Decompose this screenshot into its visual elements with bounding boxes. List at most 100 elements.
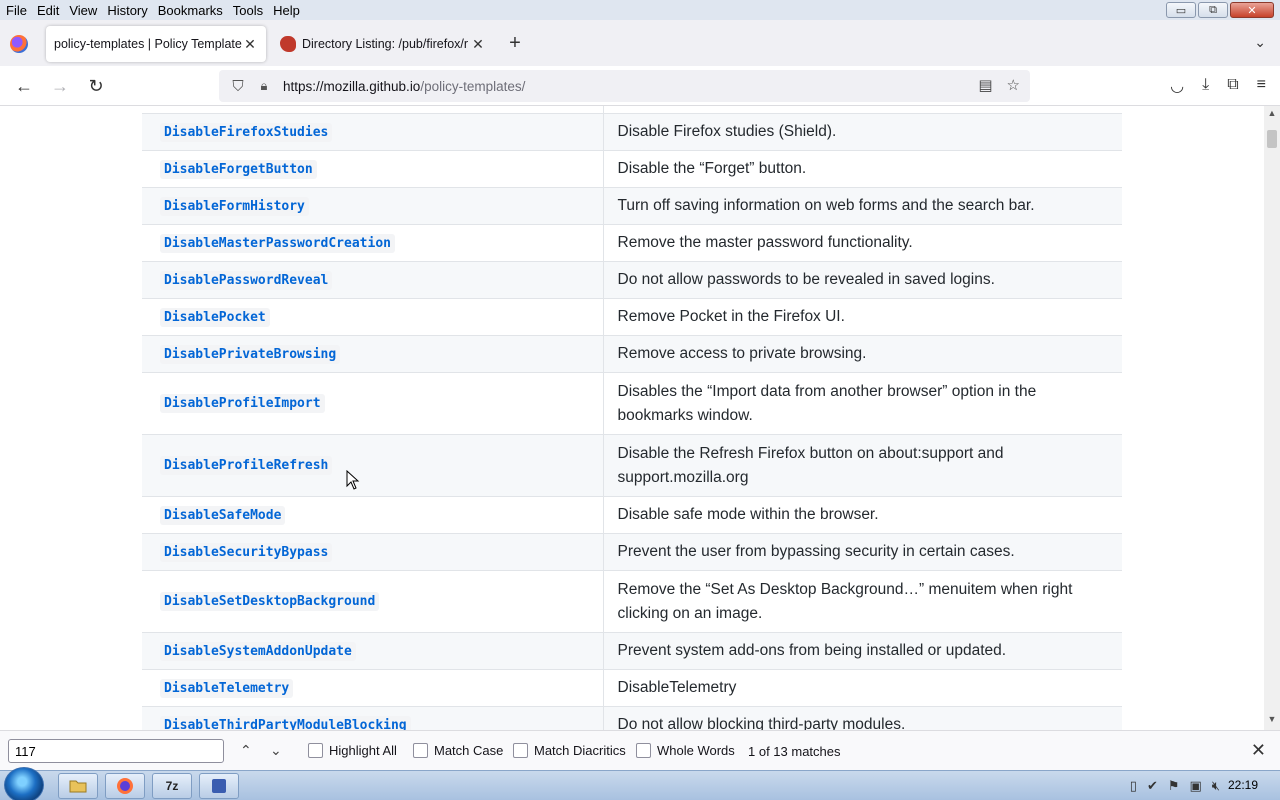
policy-name-link[interactable]: DisableSetDesktopBackground <box>160 592 380 611</box>
tab-list-chevron-icon[interactable]: ⌄ <box>1254 34 1266 51</box>
bookmark-star-icon[interactable]: ☆ <box>1007 76 1020 94</box>
url-bar[interactable]: ⛉ 🔒︎ https://mozilla.github.io/policy-te… <box>219 70 1030 102</box>
pocket-icon[interactable]: ◡ <box>1170 76 1184 96</box>
firefox-icon[interactable] <box>105 773 145 799</box>
policy-name-link[interactable]: DisableFormHistory <box>160 196 309 216</box>
action-center-flag-icon[interactable]: ⚑ <box>1168 778 1180 794</box>
checkbox-box[interactable] <box>308 743 323 758</box>
table-row: DisableSetDesktopBackground Remove the “S… <box>142 570 1122 633</box>
close-window-button[interactable]: ✕ <box>1230 2 1274 18</box>
vertical-scrollbar[interactable]: ▲ ▼ <box>1264 106 1280 730</box>
tray-doc-icon[interactable]: ▯ <box>1130 778 1137 794</box>
find-next-icon[interactable]: ⌄ <box>270 742 282 759</box>
policy-description: Disable the “Forget” button. <box>603 150 1122 188</box>
find-previous-icon[interactable]: ⌃ <box>240 742 252 759</box>
firefox-view-icon[interactable] <box>10 35 28 53</box>
clock[interactable]: 22:19 <box>1228 778 1258 792</box>
checkbox-box[interactable] <box>513 743 528 758</box>
scroll-down-icon[interactable]: ▼ <box>1266 714 1278 724</box>
policy-name-link[interactable]: DisablePocket <box>160 307 270 327</box>
volume-muted-icon[interactable]: 🔇︎ <box>1212 778 1220 794</box>
close-tab-icon[interactable]: ✕ <box>470 36 486 53</box>
taskbar: 7z ▯ ✔ ⚑ ▣ 🔇︎ 22:19 <box>0 767 1280 800</box>
network-icon[interactable]: ▣ <box>1190 778 1202 794</box>
policy-description: Do not allow blocking third-party module… <box>603 706 1122 730</box>
menu-edit[interactable]: Edit <box>32 3 64 18</box>
find-bar: ⌃ ⌄ Highlight All Match Case Match Diacr… <box>0 730 1280 770</box>
menu-bar: File Edit View History Bookmarks Tools H… <box>0 0 1280 20</box>
app-icon[interactable] <box>199 773 239 799</box>
close-tab-icon[interactable]: ✕ <box>242 36 258 53</box>
tracking-shield-icon[interactable]: ⛉ <box>223 78 253 95</box>
policy-name-link[interactable]: DisableThirdPartyModuleBlocking <box>160 715 411 730</box>
policy-name-link[interactable]: DisableSafeMode <box>160 505 286 525</box>
back-arrow-icon[interactable]: ← <box>13 75 35 97</box>
downloads-icon[interactable]: ⤓ <box>1202 76 1209 96</box>
policy-description: DisableTelemetry <box>603 669 1122 707</box>
url-text[interactable]: https://mozilla.github.io/policy-templat… <box>283 79 525 94</box>
checkbox-box[interactable] <box>413 743 428 758</box>
tab-policy-templates[interactable]: policy-templates | Policy Templates ✕ <box>46 26 266 62</box>
minimize-button[interactable]: ▭ <box>1166 2 1196 18</box>
whole-words-checkbox[interactable]: Whole Words <box>636 743 735 758</box>
lock-icon[interactable]: 🔒︎ <box>253 78 275 94</box>
folder-icon[interactable] <box>58 773 98 799</box>
close-findbar-icon[interactable]: ✕ <box>1251 740 1266 761</box>
scroll-up-icon[interactable]: ▲ <box>1266 108 1278 118</box>
policies-table: DisableFirefoxStudies Disable Firefox stu… <box>142 106 1122 730</box>
highlight-all-checkbox[interactable]: Highlight All <box>308 743 397 758</box>
restore-button[interactable]: ⧉ <box>1198 2 1228 18</box>
policy-name-link[interactable]: DisableSecurityBypass <box>160 542 333 562</box>
policy-name-link[interactable]: DisablePrivateBrowsing <box>160 344 341 364</box>
menu-bookmarks[interactable]: Bookmarks <box>153 3 228 18</box>
policy-description: Remove access to private browsing. <box>603 335 1122 373</box>
tray-check-icon[interactable]: ✔ <box>1147 778 1158 794</box>
scroll-thumb[interactable] <box>1267 130 1277 148</box>
tab-directory-listing[interactable]: Directory Listing: /pub/firefox/r ✕ <box>272 26 494 62</box>
tab-strip: policy-templates | Policy Templates ✕ Di… <box>0 20 1280 66</box>
checkbox-label: Whole Words <box>657 743 735 758</box>
policy-description: Disable the Refresh Firefox button on ab… <box>603 434 1122 497</box>
policy-description: Disable safe mode within the browser. <box>603 496 1122 534</box>
policy-name-link[interactable]: DisableFirefoxStudies <box>160 122 333 142</box>
menu-file[interactable]: File <box>0 3 32 18</box>
start-button[interactable] <box>4 767 44 800</box>
table-row: DisablePocket Remove Pocket in the Firefo… <box>142 298 1122 336</box>
table-row: DisablePasswordReveal Do not allow passwo… <box>142 261 1122 299</box>
checkbox-box[interactable] <box>636 743 651 758</box>
checkbox-label: Match Diacritics <box>534 743 626 758</box>
menu-view[interactable]: View <box>64 3 102 18</box>
7z-icon[interactable]: 7z <box>152 773 192 799</box>
policy-name-link[interactable]: DisableSystemAddonUpdate <box>160 641 356 661</box>
menu-history[interactable]: History <box>102 3 152 18</box>
url-path: /policy-templates/ <box>420 78 526 94</box>
tab-title: Directory Listing: /pub/firefox/r <box>302 37 469 51</box>
new-tab-icon[interactable]: + <box>505 32 525 55</box>
policy-name-link[interactable]: DisableProfileRefresh <box>160 456 333 475</box>
policy-description: Disables the “Import data from another b… <box>603 372 1122 435</box>
policy-name-link[interactable]: DisableProfileImport <box>160 394 325 413</box>
policy-description: Prevent system add-ons from being instal… <box>603 632 1122 670</box>
find-input[interactable] <box>8 739 224 763</box>
extensions-icon[interactable]: ⧉ <box>1227 76 1238 96</box>
policy-description: Remove Pocket in the Firefox UI. <box>603 298 1122 336</box>
reader-view-icon[interactable]: ▤ <box>978 76 992 94</box>
match-case-checkbox[interactable]: Match Case <box>413 743 503 758</box>
table-row: DisableSafeMode Disable safe mode within … <box>142 496 1122 534</box>
mouse-cursor-icon <box>346 470 360 490</box>
policy-name-link[interactable]: DisablePasswordReveal <box>160 270 333 290</box>
checkbox-label: Match Case <box>434 743 504 758</box>
table-row: DisableFirefoxStudies Disable Firefox stu… <box>142 113 1122 151</box>
policy-name-link[interactable]: DisableMasterPasswordCreation <box>160 233 395 253</box>
match-diacritics-checkbox[interactable]: Match Diacritics <box>513 743 626 758</box>
reload-icon[interactable]: ↻ <box>85 75 107 97</box>
system-tray: ▯ ✔ ⚑ ▣ 🔇︎ <box>1130 778 1220 794</box>
policy-name-link[interactable]: DisableForgetButton <box>160 159 317 179</box>
window-controls: ▭ ⧉ ✕ <box>1166 2 1274 18</box>
policy-name-link[interactable]: DisableTelemetry <box>160 678 294 698</box>
menu-help[interactable]: Help <box>268 3 305 18</box>
hamburger-menu-icon[interactable]: ≡ <box>1257 76 1266 96</box>
forward-arrow-icon[interactable]: → <box>49 75 71 97</box>
tab-title: policy-templates | Policy Templates <box>54 37 242 51</box>
menu-tools[interactable]: Tools <box>228 3 268 18</box>
